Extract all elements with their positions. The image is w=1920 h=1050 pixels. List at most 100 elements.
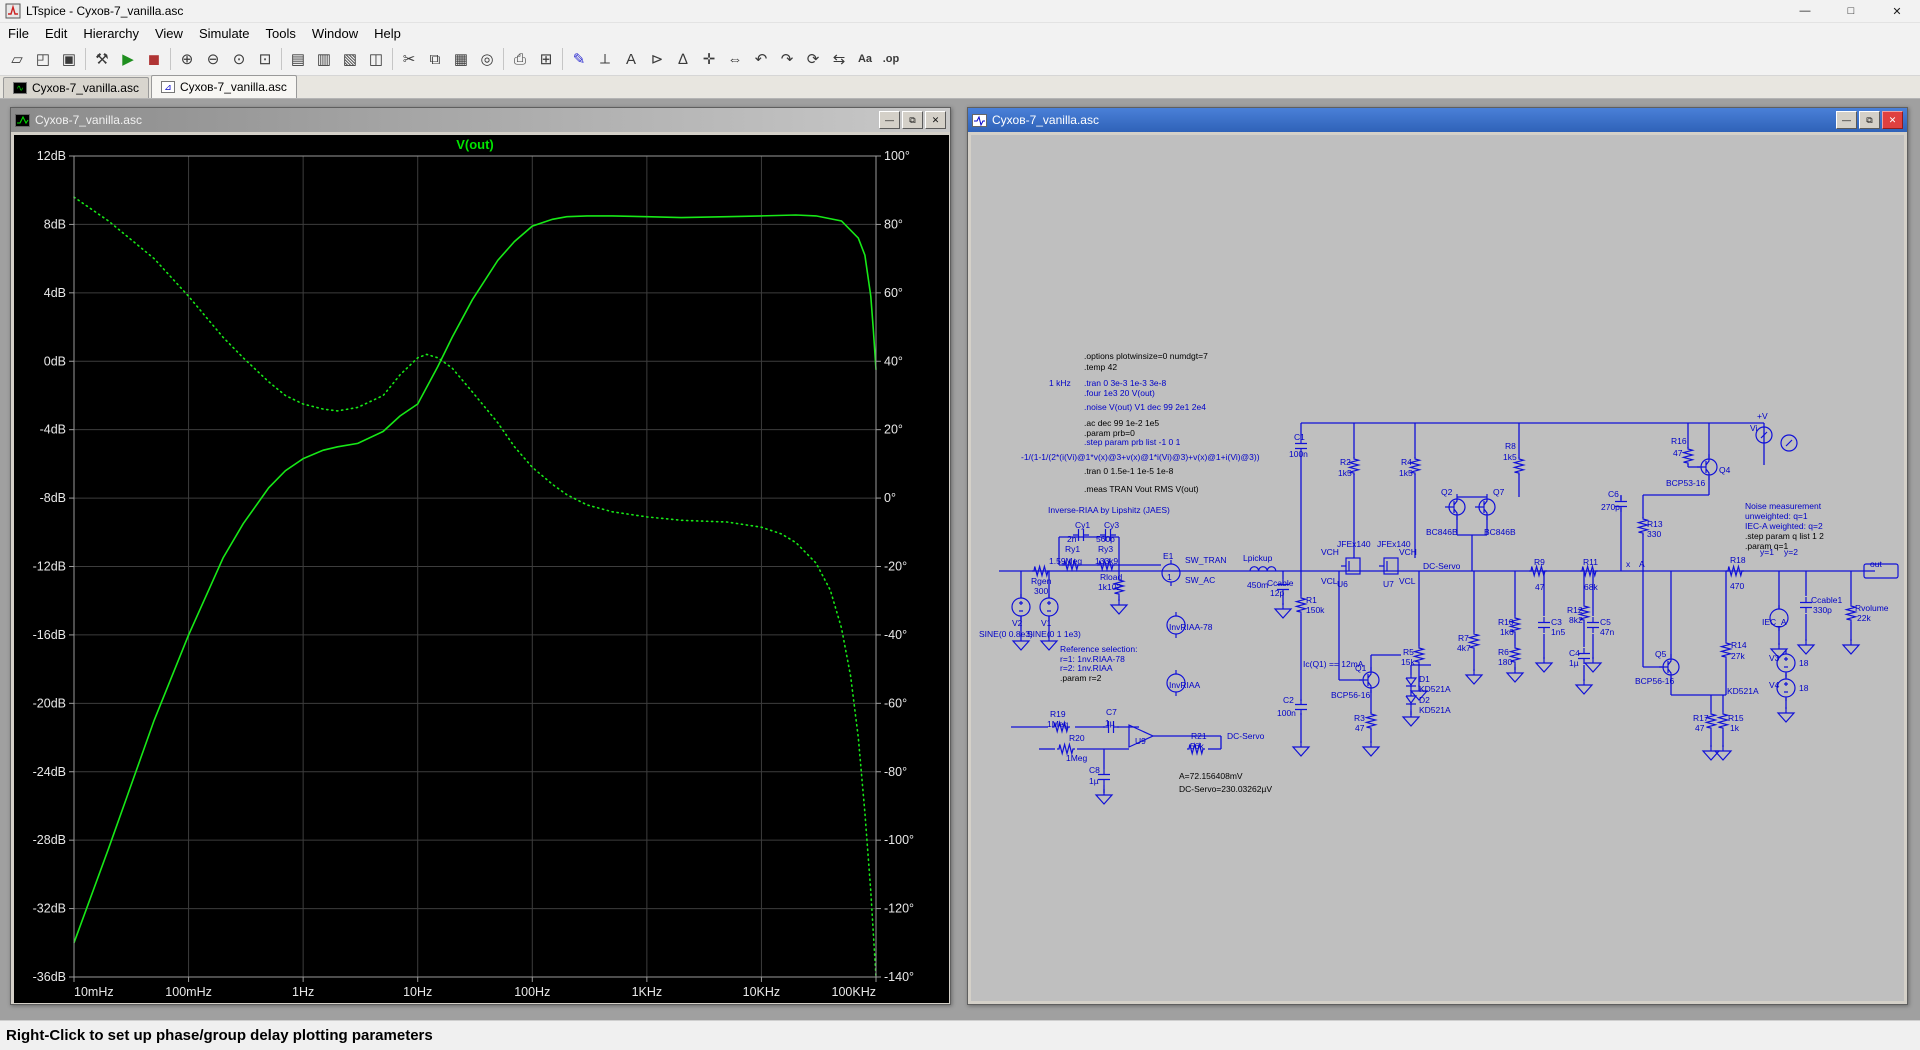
label-net-icon[interactable]: A xyxy=(618,46,644,72)
schematic-label[interactable]: Vi xyxy=(1750,423,1758,433)
tile-vertical-icon[interactable]: ▥ xyxy=(311,46,337,72)
spice-directive-icon[interactable]: .op xyxy=(878,46,904,72)
component-symbol[interactable] xyxy=(1786,440,1792,446)
schematic-label[interactable]: 1µ xyxy=(1569,658,1579,668)
component-symbol[interactable] xyxy=(1587,617,1599,633)
schematic-label[interactable]: 270p xyxy=(1601,502,1620,512)
component-symbol[interactable] xyxy=(1798,639,1814,654)
schematic-label[interactable]: R14 xyxy=(1731,640,1747,650)
wire-icon[interactable]: ✎ xyxy=(566,46,592,72)
schematic-label[interactable]: 1k5 xyxy=(1399,468,1413,478)
schematic-label[interactable]: R20 xyxy=(1069,733,1085,743)
schematic-label[interactable]: BCP56-16 xyxy=(1331,690,1370,700)
schematic-label[interactable]: .four 1e3 20 V(out) xyxy=(1084,388,1155,398)
component-symbol[interactable] xyxy=(1843,639,1859,654)
schematic-label[interactable]: .param r=2 xyxy=(1060,673,1102,683)
schematic-label[interactable]: -1/(1-1/(2*(i(Vi)@1*v(x)@3+v(x)@1*i(Vi)@… xyxy=(1021,452,1260,462)
component-symbol[interactable] xyxy=(1379,561,1387,571)
paste-icon[interactable]: ▦ xyxy=(448,46,474,72)
schematic-label[interactable]: 68k xyxy=(1584,582,1598,592)
schematic-label[interactable]: 330p xyxy=(1813,605,1832,615)
schematic-label[interactable]: 2n xyxy=(1067,534,1077,544)
component-symbol[interactable] xyxy=(1475,494,1487,520)
schematic-label[interactable]: 1µ xyxy=(1089,776,1099,786)
schematic-label[interactable]: Cy1 xyxy=(1075,520,1090,530)
component-symbol[interactable] xyxy=(1536,657,1552,672)
schematic-label[interactable]: 22k xyxy=(1857,613,1871,623)
waveform-close-button[interactable]: ✕ xyxy=(925,111,946,129)
component-symbol[interactable] xyxy=(1466,669,1482,684)
schematic-label[interactable]: .ac dec 99 1e-2 1e5 xyxy=(1084,418,1159,428)
schematic-label[interactable]: Ry3 xyxy=(1098,544,1113,554)
schematic-label[interactable]: 1µ xyxy=(1105,718,1115,728)
schematic-label[interactable]: Inverse-RIAA by Lipshitz (JAES) xyxy=(1048,505,1170,515)
schematic-label[interactable]: .noise V(out) V1 dec 99 2e1 2e4 xyxy=(1084,402,1206,412)
app-titlebar[interactable]: LTspice - Сухов-7_vanilla.asc — □ ✕ xyxy=(0,0,1920,23)
schematic-label[interactable]: Ccable xyxy=(1267,578,1294,588)
schematic-label[interactable]: Lpickup xyxy=(1243,553,1273,563)
schematic-label[interactable]: R7 xyxy=(1458,633,1469,643)
schematic-label[interactable]: V2 xyxy=(1012,618,1023,628)
schematic-label[interactable]: r=2: 1nv.RIAA xyxy=(1060,663,1113,673)
schematic-label[interactable]: R2 xyxy=(1340,457,1351,467)
schematic-label[interactable]: BC846B xyxy=(1484,527,1516,537)
schematic-label[interactable]: 1 xyxy=(1167,572,1172,582)
schematic-label[interactable]: 300 xyxy=(1034,586,1048,596)
schematic-label[interactable]: R5 xyxy=(1403,647,1414,657)
voltage-source-symbol[interactable] xyxy=(1012,598,1030,616)
schematic-label[interactable]: 12p xyxy=(1270,588,1284,598)
schematic-label[interactable]: out xyxy=(1870,559,1882,569)
schematic-label[interactable]: .options plotwinsize=0 numdgt=7 xyxy=(1084,351,1208,361)
waveform-minimize-button[interactable]: — xyxy=(879,111,900,129)
schematic-label[interactable]: .tran 0 3e-3 1e-3 3e-8 xyxy=(1084,378,1166,388)
schematic-drawing[interactable]: .options plotwinsize=0 numdgt=7.temp 421… xyxy=(971,135,1906,1003)
schematic-label[interactable]: D1 xyxy=(1419,674,1430,684)
schematic-label[interactable]: Q2 xyxy=(1441,487,1453,497)
schematic-label[interactable]: JFEx140 xyxy=(1337,539,1371,549)
maximize-button[interactable]: □ xyxy=(1828,0,1874,22)
schematic-window-titlebar[interactable]: Сухов-7_vanilla.asc — ⧉ ✕ xyxy=(968,108,1907,132)
schematic-label[interactable]: 15k xyxy=(1401,657,1415,667)
schematic-label[interactable]: IEC-A weighted: q=2 xyxy=(1745,521,1823,531)
component-symbol[interactable] xyxy=(1111,599,1127,614)
component-icon[interactable]: ∆ xyxy=(670,46,696,72)
print-preview-icon[interactable]: ⊞ xyxy=(533,46,559,72)
schematic-label[interactable]: VCL xyxy=(1321,576,1338,586)
schematic-label[interactable]: DC-Servo xyxy=(1423,561,1461,571)
diode-icon[interactable]: ⊳ xyxy=(644,46,670,72)
schematic-label[interactable]: Ry1 xyxy=(1065,544,1080,554)
schematic-label[interactable]: 1n5 xyxy=(1551,627,1565,637)
schematic-label[interactable]: 330 xyxy=(1647,529,1661,539)
component-symbol[interactable] xyxy=(1415,646,1424,664)
copy-icon[interactable]: ⧉ xyxy=(422,46,448,72)
schematic-label[interactable]: Q7 xyxy=(1493,487,1505,497)
schematic-label[interactable]: 1k5 xyxy=(1503,452,1517,462)
run-icon[interactable]: ▶ xyxy=(115,46,141,72)
schematic-label[interactable]: R19 xyxy=(1050,709,1066,719)
schematic-label[interactable]: Q1 xyxy=(1355,663,1367,673)
save-icon[interactable]: ▣ xyxy=(56,46,82,72)
schematic-label[interactable]: A xyxy=(1639,559,1645,569)
drag-icon[interactable]: ⇔ xyxy=(722,46,748,72)
print-icon[interactable]: ⎙ xyxy=(507,46,533,72)
voltage-source-symbol[interactable] xyxy=(1777,679,1795,697)
waveform-restore-button[interactable]: ⧉ xyxy=(902,111,923,129)
component-symbol[interactable] xyxy=(1367,712,1376,730)
schematic-label[interactable]: R16 xyxy=(1671,436,1687,446)
schematic-label[interactable]: 47 xyxy=(1673,448,1683,458)
bode-plot[interactable]: 12dB8dB4dB0dB-4dB-8dB-12dB-16dB-20dB-24d… xyxy=(14,135,949,1003)
schematic-label[interactable]: unweighted: q=1 xyxy=(1745,511,1808,521)
schematic-label[interactable]: C2 xyxy=(1283,695,1294,705)
zoom-back-icon[interactable]: ⊖ xyxy=(200,46,226,72)
undo-icon[interactable]: ↶ xyxy=(748,46,774,72)
menu-help[interactable]: Help xyxy=(366,24,409,43)
schematic-label[interactable]: V4 xyxy=(1769,680,1780,690)
schematic-label[interactable]: C7 xyxy=(1106,707,1117,717)
menu-edit[interactable]: Edit xyxy=(37,24,75,43)
schematic-label[interactable]: R21 xyxy=(1191,731,1207,741)
schematic-label[interactable]: SW_TRAN xyxy=(1185,555,1227,565)
schematic-label[interactable]: Noise measurement xyxy=(1745,501,1822,511)
component-symbol[interactable] xyxy=(1096,789,1112,804)
schematic-label[interactable]: 18 xyxy=(1799,683,1809,693)
schematic-label[interactable]: R10 xyxy=(1498,617,1514,627)
